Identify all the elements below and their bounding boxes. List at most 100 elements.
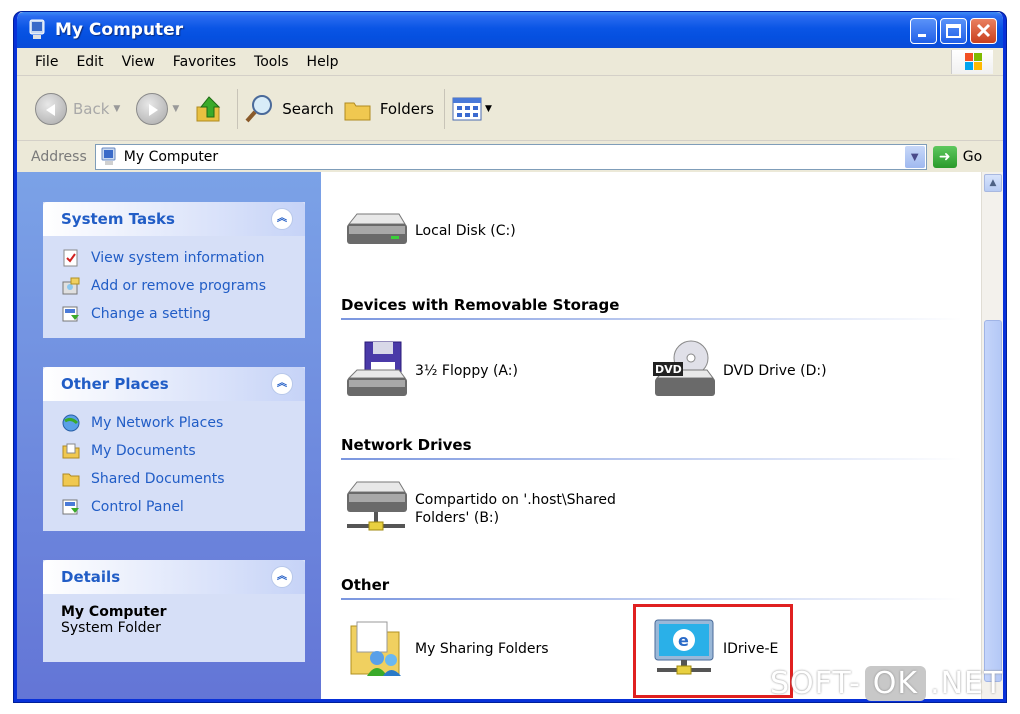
forward-button[interactable]: ▼ [136, 92, 187, 125]
place-label: My Network Places [91, 415, 224, 431]
system-info-icon [61, 248, 81, 268]
control-panel-icon [61, 497, 81, 517]
network-places-icon [61, 413, 81, 433]
control-panel-icon [61, 304, 81, 324]
collapse-chevron-icon[interactable]: ︽ [271, 373, 293, 395]
collapse-chevron-icon[interactable]: ︽ [271, 566, 293, 588]
drive-local-disk-c[interactable]: Local Disk (C:) [343, 208, 516, 254]
task-change-setting[interactable]: Change a setting [61, 300, 295, 328]
place-label: My Documents [91, 443, 196, 459]
menu-favorites[interactable]: Favorites [164, 54, 245, 70]
watermark-right: .NET [930, 666, 1004, 701]
back-button[interactable]: Back ▼ [35, 92, 128, 125]
address-label: Address [31, 149, 87, 165]
sharing-folder-icon [350, 621, 401, 676]
details-name: My Computer [61, 604, 167, 620]
item-label: DVD Drive (D:) [723, 363, 827, 379]
add-remove-programs-icon [61, 276, 81, 296]
place-label: Shared Documents [91, 471, 225, 487]
place-shared-documents[interactable]: Shared Documents [61, 465, 295, 493]
my-computer-icon [27, 19, 47, 41]
go-button[interactable]: ➜ Go [932, 146, 982, 168]
toolbar-separator [237, 88, 239, 129]
group-header-removable: Devices with Removable Storage [341, 296, 961, 320]
place-label: Control Panel [91, 499, 184, 515]
search-button[interactable]: Search [244, 93, 334, 125]
toolbar-separator [443, 88, 445, 129]
maximize-button[interactable] [940, 18, 967, 44]
my-sharing-folders[interactable]: My Sharing Folders [343, 618, 549, 680]
details-title: Details [61, 568, 121, 586]
title-bar[interactable]: My Computer [17, 12, 1003, 48]
drive-dvd-d[interactable]: DVD DVD Drive (D:) [651, 338, 827, 404]
highlight-box [633, 604, 793, 698]
scroll-thumb[interactable] [984, 320, 1002, 682]
folders-icon [344, 102, 371, 120]
scroll-up-icon[interactable]: ▲ [984, 174, 1002, 192]
address-bar: Address My Computer ▼ ➜ Go [17, 142, 1003, 172]
collapse-chevron-icon[interactable]: ︽ [271, 208, 293, 230]
up-button[interactable] [195, 93, 227, 125]
my-documents-icon [61, 441, 81, 461]
task-add-remove-programs[interactable]: Add or remove programs [61, 272, 295, 300]
up-folder-icon [196, 95, 221, 121]
details-header[interactable]: Details ︽ [43, 560, 305, 594]
place-control-panel[interactable]: Control Panel [61, 493, 295, 521]
drive-floppy-a[interactable]: 3½ Floppy (A:) [343, 338, 518, 404]
watermark: SOFT- OK .NET [770, 666, 1003, 701]
item-label-line-1: Compartido on '.host\Shared [415, 492, 616, 508]
minimize-button[interactable] [910, 18, 937, 44]
folders-label: Folders [379, 99, 434, 118]
views-dropdown-icon: ▼ [484, 103, 492, 114]
menu-view[interactable]: View [113, 54, 164, 70]
views-button[interactable]: ▼ [451, 94, 492, 124]
task-label: Add or remove programs [91, 278, 266, 294]
system-tasks-title: System Tasks [61, 210, 175, 228]
other-places-header[interactable]: Other Places ︽ [43, 367, 305, 401]
place-my-network-places[interactable]: My Network Places [61, 409, 295, 437]
vertical-scrollbar[interactable]: ▲ [981, 172, 1003, 699]
back-dropdown-icon[interactable]: ▼ [113, 104, 120, 114]
dvd-badge: DVD [655, 363, 682, 376]
group-header-network: Network Drives [341, 436, 961, 460]
explorer-window: My Computer File Edit View Favorites Too… [14, 12, 1006, 702]
task-label: View system information [91, 250, 265, 266]
drive-network-b[interactable]: Compartido on '.host\Shared Folders' (B:) [343, 478, 616, 540]
watermark-left: SOFT- [770, 666, 861, 701]
details-type: System Folder [61, 620, 161, 636]
item-label: Compartido on '.host\Shared Folders' (B:) [415, 491, 616, 527]
shared-folder-icon [61, 469, 81, 489]
menu-edit[interactable]: Edit [67, 54, 112, 70]
views-icon [452, 97, 482, 120]
back-arrow-icon [35, 92, 67, 125]
my-computer-icon [101, 147, 116, 165]
window-title: My Computer [55, 20, 184, 40]
menu-help[interactable]: Help [298, 54, 348, 70]
network-drive-icon [347, 481, 407, 531]
address-input[interactable]: My Computer ▼ [94, 144, 927, 170]
floppy-drive-icon [347, 341, 407, 396]
forward-dropdown-icon[interactable]: ▼ [172, 104, 179, 114]
item-label: Local Disk (C:) [415, 223, 516, 239]
task-pane: System Tasks ︽ View system information A… [17, 172, 321, 699]
item-label-line-2: Folders' (B:) [415, 510, 500, 526]
go-arrow-icon: ➜ [932, 146, 957, 168]
close-button[interactable] [970, 18, 997, 44]
menu-bar: File Edit View Favorites Tools Help [17, 48, 1003, 76]
system-tasks-header[interactable]: System Tasks ︽ [43, 202, 305, 236]
system-tasks-panel: System Tasks ︽ View system information A… [43, 202, 305, 338]
place-my-documents[interactable]: My Documents [61, 437, 295, 465]
folders-button[interactable]: Folders [342, 93, 434, 125]
other-places-title: Other Places [61, 375, 169, 393]
hard-disk-icon [347, 213, 407, 244]
item-label: 3½ Floppy (A:) [415, 363, 518, 379]
search-label: Search [282, 99, 334, 118]
address-dropdown-icon[interactable]: ▼ [904, 146, 925, 168]
menu-tools[interactable]: Tools [245, 54, 298, 70]
menu-file[interactable]: File [17, 54, 67, 70]
toolbar: Back ▼ ▼ Search Folders ▼ [17, 77, 1003, 141]
watermark-ok: OK [864, 666, 927, 701]
other-places-panel: Other Places ︽ My Network Places My Docu… [43, 367, 305, 531]
task-view-system-info[interactable]: View system information [61, 244, 295, 272]
forward-arrow-icon [136, 92, 169, 125]
